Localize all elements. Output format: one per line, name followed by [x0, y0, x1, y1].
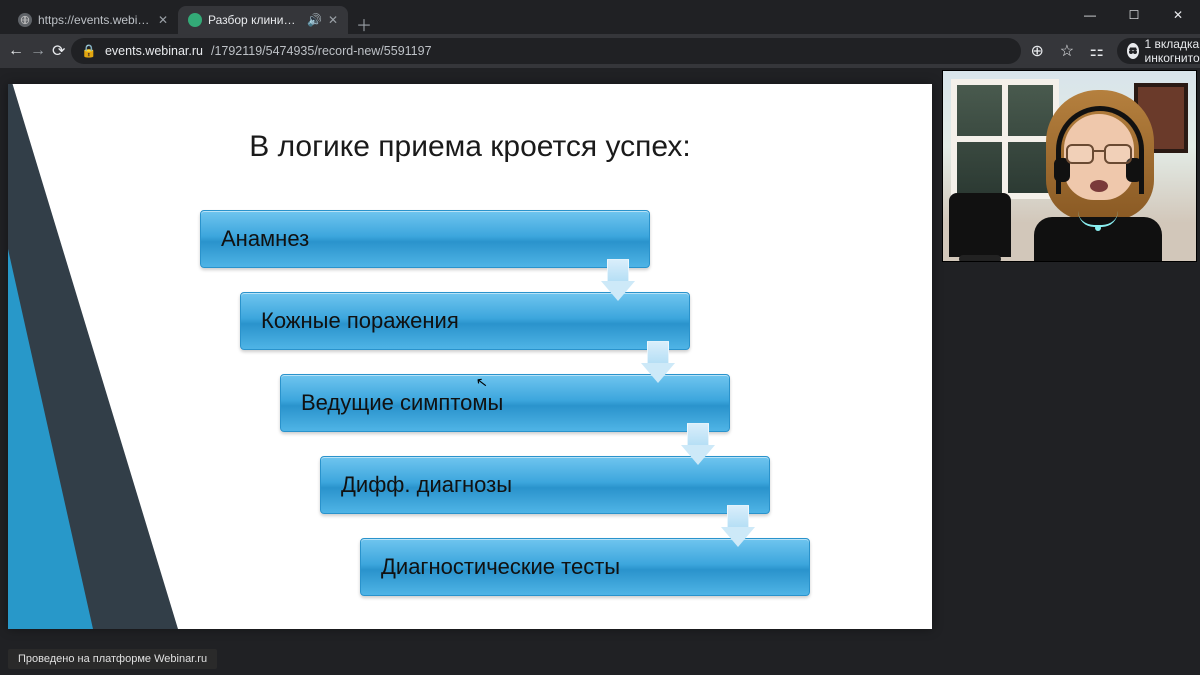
- close-icon[interactable]: ✕: [328, 13, 338, 27]
- room-chair: [949, 193, 1011, 257]
- window-controls: ― ☐ ✕: [1068, 0, 1200, 30]
- install-app-icon[interactable]: ⊕: [1027, 38, 1047, 64]
- url-path: /1792119/5474935/record-new/5591197: [211, 44, 432, 58]
- incognito-icon: [1127, 43, 1139, 59]
- browser-tab-0[interactable]: https://events.webinar.ru/api/lo ✕: [8, 6, 178, 34]
- step-label: Кожные поражения: [261, 308, 459, 334]
- page-content: В логике приема кроется успех: Анамнез К…: [0, 68, 1200, 675]
- site-favicon: [188, 13, 202, 27]
- step-label: Ведущие симптомы: [301, 390, 503, 416]
- slide-title: В логике приема кроется успех:: [8, 130, 932, 164]
- step-label: Диагностические тесты: [381, 554, 620, 580]
- minimize-button[interactable]: ―: [1068, 0, 1112, 30]
- browser-tab-1[interactable]: Разбор клинических случае 🔊 ✕: [178, 6, 348, 34]
- arrow-down-icon: [641, 341, 675, 385]
- presentation-slide: В логике приема кроется успех: Анамнез К…: [8, 84, 932, 629]
- step-label: Анамнез: [221, 226, 309, 252]
- maximize-button[interactable]: ☐: [1112, 0, 1156, 30]
- step-list: Анамнез Кожные поражения Ведущие симптом…: [200, 210, 810, 620]
- toolbar: ← → ⟳ 🔒 events.webinar.ru/1792119/547493…: [0, 34, 1200, 68]
- close-window-button[interactable]: ✕: [1156, 0, 1200, 30]
- close-icon[interactable]: ✕: [158, 13, 168, 27]
- presenter-webcam[interactable]: [942, 70, 1197, 262]
- forward-button[interactable]: →: [30, 38, 46, 64]
- arrow-down-icon: [721, 505, 755, 549]
- webcam-background: [943, 71, 1196, 261]
- window-titlebar: https://events.webinar.ru/api/lo ✕ Разбо…: [0, 0, 1200, 34]
- arrow-down-icon: [601, 259, 635, 303]
- tab-strip: https://events.webinar.ru/api/lo ✕ Разбо…: [0, 0, 380, 42]
- extensions-icon[interactable]: ⚏: [1087, 38, 1107, 64]
- step-item-1: Анамнез: [200, 210, 650, 268]
- platform-footer: Проведено на платформе Webinar.ru: [8, 649, 217, 669]
- address-bar[interactable]: 🔒 events.webinar.ru/1792119/5474935/reco…: [71, 38, 1021, 64]
- incognito-label: 1 вкладка инкогнито: [1145, 37, 1200, 65]
- arrow-down-icon: [681, 423, 715, 467]
- mouse-cursor-icon: ↖: [475, 373, 489, 391]
- tab-label: https://events.webinar.ru/api/lo: [38, 13, 152, 27]
- globe-icon: [18, 13, 32, 27]
- step-label: Дифф. диагнозы: [341, 472, 512, 498]
- tab-label: Разбор клинических случае: [208, 13, 301, 27]
- back-button[interactable]: ←: [8, 38, 24, 64]
- presenter-figure: [1028, 86, 1168, 261]
- new-tab-button[interactable]: ＋: [348, 6, 380, 42]
- decor-triangle-light: [8, 249, 93, 629]
- audio-icon[interactable]: 🔊: [307, 13, 322, 27]
- incognito-chip[interactable]: 1 вкладка инкогнито: [1117, 38, 1200, 64]
- bookmark-icon[interactable]: ☆: [1057, 38, 1077, 64]
- reload-button[interactable]: ⟳: [52, 38, 65, 64]
- url-host: events.webinar.ru: [105, 44, 203, 58]
- lock-icon: 🔒: [81, 44, 97, 59]
